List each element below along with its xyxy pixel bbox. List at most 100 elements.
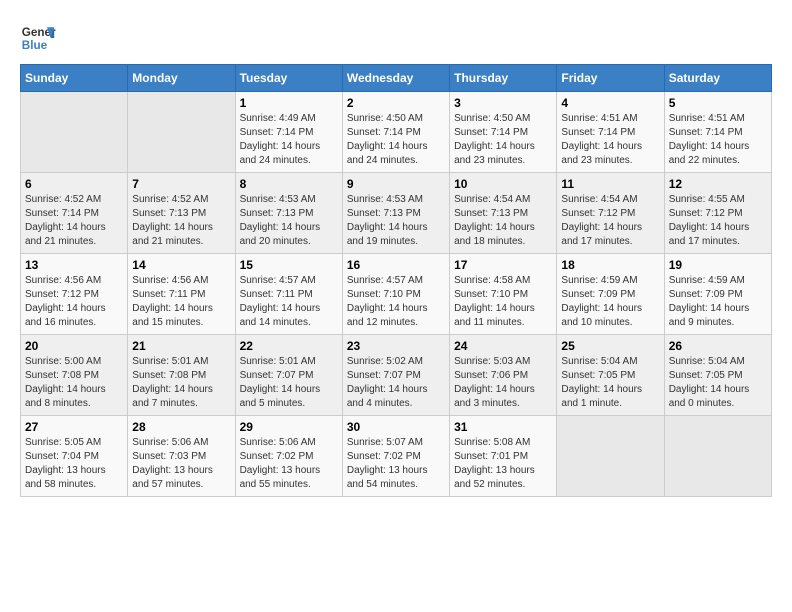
calendar-cell: 17 Sunrise: 4:58 AM Sunset: 7:10 PM Dayli…	[450, 254, 557, 335]
day-info: Sunrise: 4:52 AM Sunset: 7:13 PM Dayligh…	[132, 193, 230, 249]
day-info: Sunrise: 4:56 AM Sunset: 7:11 PM Dayligh…	[132, 274, 230, 330]
day-info: Sunrise: 4:59 AM Sunset: 7:09 PM Dayligh…	[669, 274, 767, 330]
day-info: Sunrise: 5:01 AM Sunset: 7:07 PM Dayligh…	[240, 355, 338, 411]
day-number: 2	[347, 96, 445, 110]
calendar-cell: 2 Sunrise: 4:50 AM Sunset: 7:14 PM Daylig…	[342, 92, 449, 173]
day-number: 10	[454, 177, 552, 191]
calendar-cell: 27 Sunrise: 5:05 AM Sunset: 7:04 PM Dayli…	[21, 416, 128, 497]
day-number: 11	[561, 177, 659, 191]
day-info: Sunrise: 4:57 AM Sunset: 7:11 PM Dayligh…	[240, 274, 338, 330]
calendar-cell: 31Sunrise: 5:08 AM Sunset: 7:01 PM Dayli…	[450, 416, 557, 497]
day-number: 1	[240, 96, 338, 110]
day-number: 13	[25, 258, 123, 272]
day-info: Sunrise: 4:56 AM Sunset: 7:12 PM Dayligh…	[25, 274, 123, 330]
day-number: 22	[240, 339, 338, 353]
calendar-week-row: 13 Sunrise: 4:56 AM Sunset: 7:12 PM Dayli…	[21, 254, 772, 335]
calendar-cell: 5 Sunrise: 4:51 AM Sunset: 7:14 PM Daylig…	[664, 92, 771, 173]
day-number: 31	[454, 420, 552, 434]
day-number: 14	[132, 258, 230, 272]
calendar-header-friday: Friday	[557, 65, 664, 92]
calendar-cell: 15 Sunrise: 4:57 AM Sunset: 7:11 PM Dayli…	[235, 254, 342, 335]
logo-icon: General Blue	[20, 20, 56, 56]
calendar-cell: 14 Sunrise: 4:56 AM Sunset: 7:11 PM Dayli…	[128, 254, 235, 335]
day-info: Sunrise: 5:01 AM Sunset: 7:08 PM Dayligh…	[132, 355, 230, 411]
day-info: Sunrise: 4:55 AM Sunset: 7:12 PM Dayligh…	[669, 193, 767, 249]
day-number: 26	[669, 339, 767, 353]
day-number: 25	[561, 339, 659, 353]
day-info: Sunrise: 5:03 AM Sunset: 7:06 PM Dayligh…	[454, 355, 552, 411]
calendar-cell: 13 Sunrise: 4:56 AM Sunset: 7:12 PM Dayli…	[21, 254, 128, 335]
calendar-week-row: 27 Sunrise: 5:05 AM Sunset: 7:04 PM Dayli…	[21, 416, 772, 497]
calendar-cell: 18Sunrise: 4:59 AM Sunset: 7:09 PM Dayli…	[557, 254, 664, 335]
calendar-cell	[664, 416, 771, 497]
calendar-cell: 8 Sunrise: 4:53 AM Sunset: 7:13 PM Daylig…	[235, 173, 342, 254]
calendar-cell: 23 Sunrise: 5:02 AM Sunset: 7:07 PM Dayli…	[342, 335, 449, 416]
logo: General Blue	[20, 20, 56, 56]
calendar-cell	[128, 92, 235, 173]
calendar-header-row: SundayMondayTuesdayWednesdayThursdayFrid…	[21, 65, 772, 92]
day-number: 23	[347, 339, 445, 353]
calendar-header-tuesday: Tuesday	[235, 65, 342, 92]
day-info: Sunrise: 4:51 AM Sunset: 7:14 PM Dayligh…	[669, 112, 767, 168]
calendar-week-row: 20 Sunrise: 5:00 AM Sunset: 7:08 PM Dayli…	[21, 335, 772, 416]
calendar-cell: 9Sunrise: 4:53 AM Sunset: 7:13 PM Daylig…	[342, 173, 449, 254]
day-info: Sunrise: 5:05 AM Sunset: 7:04 PM Dayligh…	[25, 436, 123, 492]
day-info: Sunrise: 4:50 AM Sunset: 7:14 PM Dayligh…	[347, 112, 445, 168]
calendar-cell: 12 Sunrise: 4:55 AM Sunset: 7:12 PM Dayli…	[664, 173, 771, 254]
day-number: 29	[240, 420, 338, 434]
calendar-week-row: 6 Sunrise: 4:52 AM Sunset: 7:14 PM Daylig…	[21, 173, 772, 254]
day-number: 27	[25, 420, 123, 434]
calendar-header-monday: Monday	[128, 65, 235, 92]
calendar-cell: 26 Sunrise: 5:04 AM Sunset: 7:05 PM Dayli…	[664, 335, 771, 416]
day-info: Sunrise: 4:58 AM Sunset: 7:10 PM Dayligh…	[454, 274, 552, 330]
day-number: 24	[454, 339, 552, 353]
day-number: 30	[347, 420, 445, 434]
day-number: 7	[132, 177, 230, 191]
day-number: 4	[561, 96, 659, 110]
calendar-cell: 30 Sunrise: 5:07 AM Sunset: 7:02 PM Dayli…	[342, 416, 449, 497]
day-info: Sunrise: 4:54 AM Sunset: 7:13 PM Dayligh…	[454, 193, 552, 249]
calendar-cell: 19 Sunrise: 4:59 AM Sunset: 7:09 PM Dayli…	[664, 254, 771, 335]
day-number: 5	[669, 96, 767, 110]
day-info: Sunrise: 4:53 AM Sunset: 7:13 PM Dayligh…	[240, 193, 338, 249]
calendar-cell	[21, 92, 128, 173]
day-info: Sunrise: 5:02 AM Sunset: 7:07 PM Dayligh…	[347, 355, 445, 411]
calendar-header-thursday: Thursday	[450, 65, 557, 92]
calendar-cell: 11Sunrise: 4:54 AM Sunset: 7:12 PM Dayli…	[557, 173, 664, 254]
day-info: Sunrise: 5:04 AM Sunset: 7:05 PM Dayligh…	[561, 355, 659, 411]
day-number: 12	[669, 177, 767, 191]
day-number: 20	[25, 339, 123, 353]
page-header: General Blue	[20, 20, 772, 56]
day-number: 18	[561, 258, 659, 272]
day-info: Sunrise: 5:07 AM Sunset: 7:02 PM Dayligh…	[347, 436, 445, 492]
calendar-cell: 1 Sunrise: 4:49 AM Sunset: 7:14 PM Daylig…	[235, 92, 342, 173]
day-number: 15	[240, 258, 338, 272]
calendar-cell: 28Sunrise: 5:06 AM Sunset: 7:03 PM Dayli…	[128, 416, 235, 497]
day-number: 17	[454, 258, 552, 272]
day-number: 19	[669, 258, 767, 272]
calendar-cell: 16 Sunrise: 4:57 AM Sunset: 7:10 PM Dayli…	[342, 254, 449, 335]
day-number: 8	[240, 177, 338, 191]
day-info: Sunrise: 4:52 AM Sunset: 7:14 PM Dayligh…	[25, 193, 123, 249]
calendar-cell	[557, 416, 664, 497]
day-info: Sunrise: 4:53 AM Sunset: 7:13 PM Dayligh…	[347, 193, 445, 249]
day-info: Sunrise: 4:50 AM Sunset: 7:14 PM Dayligh…	[454, 112, 552, 168]
calendar-header-wednesday: Wednesday	[342, 65, 449, 92]
day-number: 6	[25, 177, 123, 191]
calendar-cell: 22 Sunrise: 5:01 AM Sunset: 7:07 PM Dayli…	[235, 335, 342, 416]
day-info: Sunrise: 5:06 AM Sunset: 7:02 PM Dayligh…	[240, 436, 338, 492]
svg-text:Blue: Blue	[22, 39, 48, 52]
day-number: 16	[347, 258, 445, 272]
day-info: Sunrise: 5:04 AM Sunset: 7:05 PM Dayligh…	[669, 355, 767, 411]
calendar-cell: 25 Sunrise: 5:04 AM Sunset: 7:05 PM Dayli…	[557, 335, 664, 416]
calendar-header-sunday: Sunday	[21, 65, 128, 92]
calendar-cell: 20 Sunrise: 5:00 AM Sunset: 7:08 PM Dayli…	[21, 335, 128, 416]
calendar-week-row: 1 Sunrise: 4:49 AM Sunset: 7:14 PM Daylig…	[21, 92, 772, 173]
day-info: Sunrise: 5:06 AM Sunset: 7:03 PM Dayligh…	[132, 436, 230, 492]
day-info: Sunrise: 4:57 AM Sunset: 7:10 PM Dayligh…	[347, 274, 445, 330]
day-info: Sunrise: 4:49 AM Sunset: 7:14 PM Dayligh…	[240, 112, 338, 168]
day-info: Sunrise: 5:00 AM Sunset: 7:08 PM Dayligh…	[25, 355, 123, 411]
calendar-header-saturday: Saturday	[664, 65, 771, 92]
calendar-cell: 24 Sunrise: 5:03 AM Sunset: 7:06 PM Dayli…	[450, 335, 557, 416]
calendar-cell: 3Sunrise: 4:50 AM Sunset: 7:14 PM Daylig…	[450, 92, 557, 173]
